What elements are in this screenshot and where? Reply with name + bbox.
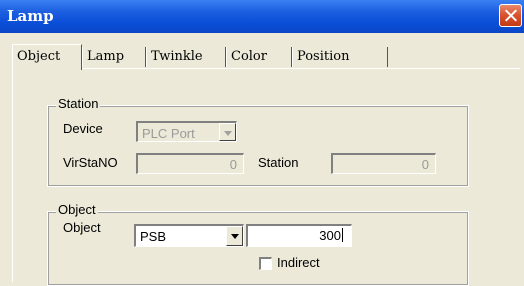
text-caret bbox=[342, 228, 343, 242]
tab-twinkle[interactable]: Twinkle bbox=[146, 47, 226, 67]
object-type-value: PSB bbox=[140, 229, 167, 244]
virstano-value: 0 bbox=[229, 157, 237, 172]
station-field: 0 bbox=[331, 153, 436, 174]
object-type-select[interactable]: PSB bbox=[134, 224, 244, 247]
tab-lamp[interactable]: Lamp bbox=[82, 47, 146, 67]
tab-position[interactable]: Position bbox=[292, 47, 388, 67]
tab-color[interactable]: Color bbox=[226, 47, 292, 67]
station-group bbox=[47, 105, 469, 187]
indirect-label: Indirect bbox=[277, 255, 320, 270]
virstano-field: 0 bbox=[136, 153, 244, 174]
chevron-down-icon bbox=[219, 123, 236, 141]
close-icon[interactable] bbox=[499, 4, 522, 27]
chevron-down-icon[interactable] bbox=[226, 226, 243, 246]
station-value: 0 bbox=[421, 157, 429, 172]
virstano-label: VirStaNO bbox=[63, 155, 118, 170]
station-legend: Station bbox=[56, 96, 101, 111]
device-select: PLC Port bbox=[136, 121, 237, 142]
object-address-value: 300 bbox=[319, 228, 341, 243]
device-label: Device bbox=[63, 121, 103, 136]
tab-object[interactable]: Object bbox=[12, 44, 82, 70]
indirect-checkbox[interactable] bbox=[259, 257, 272, 270]
title-bar: Lamp bbox=[0, 0, 524, 33]
object-label: Object bbox=[63, 220, 101, 235]
window-title: Lamp bbox=[7, 7, 54, 25]
object-address-input[interactable]: 300 bbox=[246, 224, 352, 247]
object-legend: Object bbox=[56, 202, 98, 217]
device-value: PLC Port bbox=[142, 126, 195, 141]
object-group bbox=[47, 211, 469, 286]
station-label: Station bbox=[258, 155, 299, 170]
